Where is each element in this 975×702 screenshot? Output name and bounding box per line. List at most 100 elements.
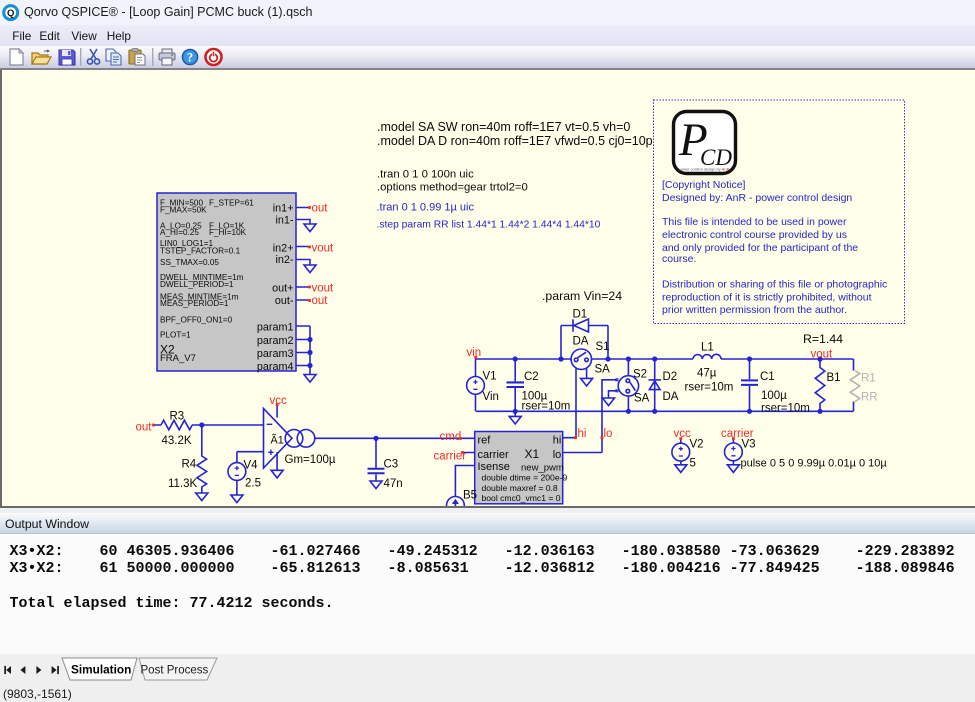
svg-text:out: out [136, 422, 153, 434]
svg-text:R1: R1 [861, 373, 876, 385]
svg-text:DWELL_PERIOD=1: DWELL_PERIOD=1 [160, 280, 234, 289]
svg-text:param3: param3 [257, 348, 294, 360]
svg-text:TSTEP_FACTOR=0.1: TSTEP_FACTOR=0.1 [160, 246, 241, 255]
svg-text:.tran 0 1 0.99 1µ uic: .tran 0 1 0.99 1µ uic [377, 202, 475, 214]
svg-text:F_MAX=50K: F_MAX=50K [160, 206, 207, 215]
svg-text:.tran 0 1 0 100n uic: .tran 0 1 0 100n uic [377, 169, 474, 181]
svg-text:vout: vout [312, 283, 335, 295]
svg-text:100µ: 100µ [761, 390, 787, 402]
svg-text:carrier: carrier [434, 451, 467, 463]
svg-text:out: out [312, 203, 329, 215]
svg-text:bool cmc0_vmc1 = 0: bool cmc0_vmc1 = 0 [482, 493, 561, 503]
svg-text:.options method=gear trtol2=0: .options method=gear trtol2=0 [377, 181, 528, 193]
svg-text:C2: C2 [524, 371, 539, 383]
svg-text:rser=10m: rser=10m [522, 401, 571, 413]
svg-text:S2: S2 [633, 369, 647, 381]
svg-text:SA: SA [634, 393, 650, 405]
svg-text:R=1.44: R=1.44 [803, 332, 843, 346]
svg-text:param1: param1 [257, 322, 294, 334]
svg-text:Simulation: Simulation [71, 663, 131, 677]
svg-text:[Copyright Notice]: [Copyright Notice] [662, 179, 746, 191]
svg-text:reproduction of it is strictly: reproduction of it is strictly prohibite… [662, 292, 872, 304]
svg-text:F_HI=10K: F_HI=10K [209, 228, 247, 237]
svg-text:lo: lo [604, 428, 613, 440]
svg-text:D2: D2 [663, 371, 678, 383]
svg-text:V4: V4 [244, 460, 259, 472]
svg-text:47µ: 47µ [697, 368, 717, 380]
svg-text:vout: vout [312, 243, 335, 255]
svg-text:rser=10m: rser=10m [685, 382, 734, 394]
svg-text:.step param RR list 1.44*1 1.4: .step param RR list 1.44*1 1.44*2 1.44*4… [377, 220, 601, 231]
svg-text:DA: DA [663, 391, 679, 403]
svg-text:carrier: carrier [478, 449, 510, 461]
svg-text:pulse 0 5 0 9.99µ 0.01µ 0 10µ: pulse 0 5 0 9.99µ 0.01µ 0 10µ [741, 458, 888, 470]
svg-text:?: ? [187, 51, 193, 65]
svg-text:rser=10m: rser=10m [761, 403, 810, 415]
svg-text:B5: B5 [463, 490, 477, 502]
svg-text:R3: R3 [170, 411, 185, 423]
svg-text:A_HI=0.25: A_HI=0.25 [160, 228, 199, 237]
svg-text:V2: V2 [690, 439, 704, 451]
svg-text:cmd: cmd [440, 431, 462, 443]
svg-text:hi: hi [553, 435, 562, 447]
svg-text:MEAS_PERIOD=1: MEAS_PERIOD=1 [160, 299, 229, 308]
svg-text:S1: S1 [596, 341, 610, 353]
svg-text:power control design by AnR: power control design by AnR [679, 167, 730, 172]
svg-text:SA: SA [595, 364, 611, 376]
svg-text:Designed by: AnR - power contr: Designed by: AnR - power control design [662, 192, 852, 204]
svg-text:11.3K: 11.3K [168, 478, 198, 490]
svg-text:double maxref = 0.8: double maxref = 0.8 [482, 483, 558, 493]
svg-text:course.: course. [662, 253, 696, 265]
svg-text:PLOT=1: PLOT=1 [160, 331, 191, 340]
svg-text:vout: vout [811, 349, 834, 361]
svg-text:.model SA SW ron=40m roff=1E7: .model SA SW ron=40m roff=1E7 vt=0.5 vh=… [377, 120, 630, 134]
svg-text:vin: vin [467, 347, 482, 359]
svg-text:5: 5 [690, 458, 696, 470]
svg-text:D1: D1 [573, 309, 588, 321]
svg-text:L1: L1 [701, 342, 714, 354]
svg-text:ref: ref [478, 435, 492, 447]
svg-text:vcc: vcc [674, 428, 692, 440]
svg-text:lo: lo [553, 449, 562, 461]
svg-text:in1-: in1- [275, 215, 293, 227]
svg-text:Isense: Isense [478, 461, 510, 473]
svg-text:hi: hi [578, 428, 587, 440]
svg-text:C3: C3 [384, 459, 399, 471]
svg-text:This file is intended to be us: This file is intended to be used in powe… [662, 216, 847, 228]
svg-text:43.2K: 43.2K [162, 435, 192, 447]
svg-text:in2+: in2+ [273, 243, 294, 255]
svg-text:47n: 47n [384, 478, 403, 490]
svg-text:param4: param4 [257, 361, 294, 373]
svg-text:.param Vin=24: .param Vin=24 [542, 289, 622, 303]
svg-text:2.5: 2.5 [245, 478, 261, 490]
svg-text:electronic control course prov: electronic control course provided by us [662, 229, 847, 241]
svg-text:out+: out+ [272, 283, 293, 295]
svg-text:Vin: Vin [483, 391, 499, 403]
svg-text:B1: B1 [827, 372, 841, 384]
svg-text:Post Process: Post Process [141, 665, 209, 677]
svg-text:SS_TMAX=0.05: SS_TMAX=0.05 [160, 258, 219, 267]
svg-text:BPF_OFF0_ON1=0: BPF_OFF0_ON1=0 [160, 316, 233, 325]
svg-text:F_STEP=61: F_STEP=61 [209, 198, 254, 207]
svg-text:Ã1: Ã1 [271, 434, 284, 447]
svg-text:Distribution or sharing of thi: Distribution or sharing of this file or … [662, 279, 887, 291]
svg-text:out: out [312, 295, 329, 307]
svg-text:V3: V3 [742, 439, 756, 451]
svg-text:C1: C1 [760, 371, 775, 383]
svg-text:Gm=100µ: Gm=100µ [285, 454, 336, 466]
svg-text:V1: V1 [483, 371, 497, 383]
svg-text:param2: param2 [257, 335, 294, 347]
svg-text:DA: DA [573, 336, 589, 348]
svg-text:prior written permission from: prior written permission from the author… [662, 304, 847, 316]
svg-text:R4: R4 [182, 459, 197, 471]
svg-text:out-: out- [275, 295, 294, 307]
svg-text:in1+: in1+ [273, 203, 294, 215]
svg-text:FRA_V7: FRA_V7 [160, 353, 196, 364]
svg-text:vcc: vcc [270, 395, 288, 407]
svg-text:carrier: carrier [721, 428, 754, 440]
svg-text:double dtime = 200e-9: double dtime = 200e-9 [482, 473, 568, 483]
svg-text:.model DA D ron=40m roff=1E7 v: .model DA D ron=40m roff=1E7 vfwd=0.5 cj… [377, 134, 653, 148]
svg-text:RR: RR [861, 392, 878, 404]
svg-text:in2-: in2- [275, 254, 293, 266]
svg-text:X1: X1 [525, 447, 540, 461]
